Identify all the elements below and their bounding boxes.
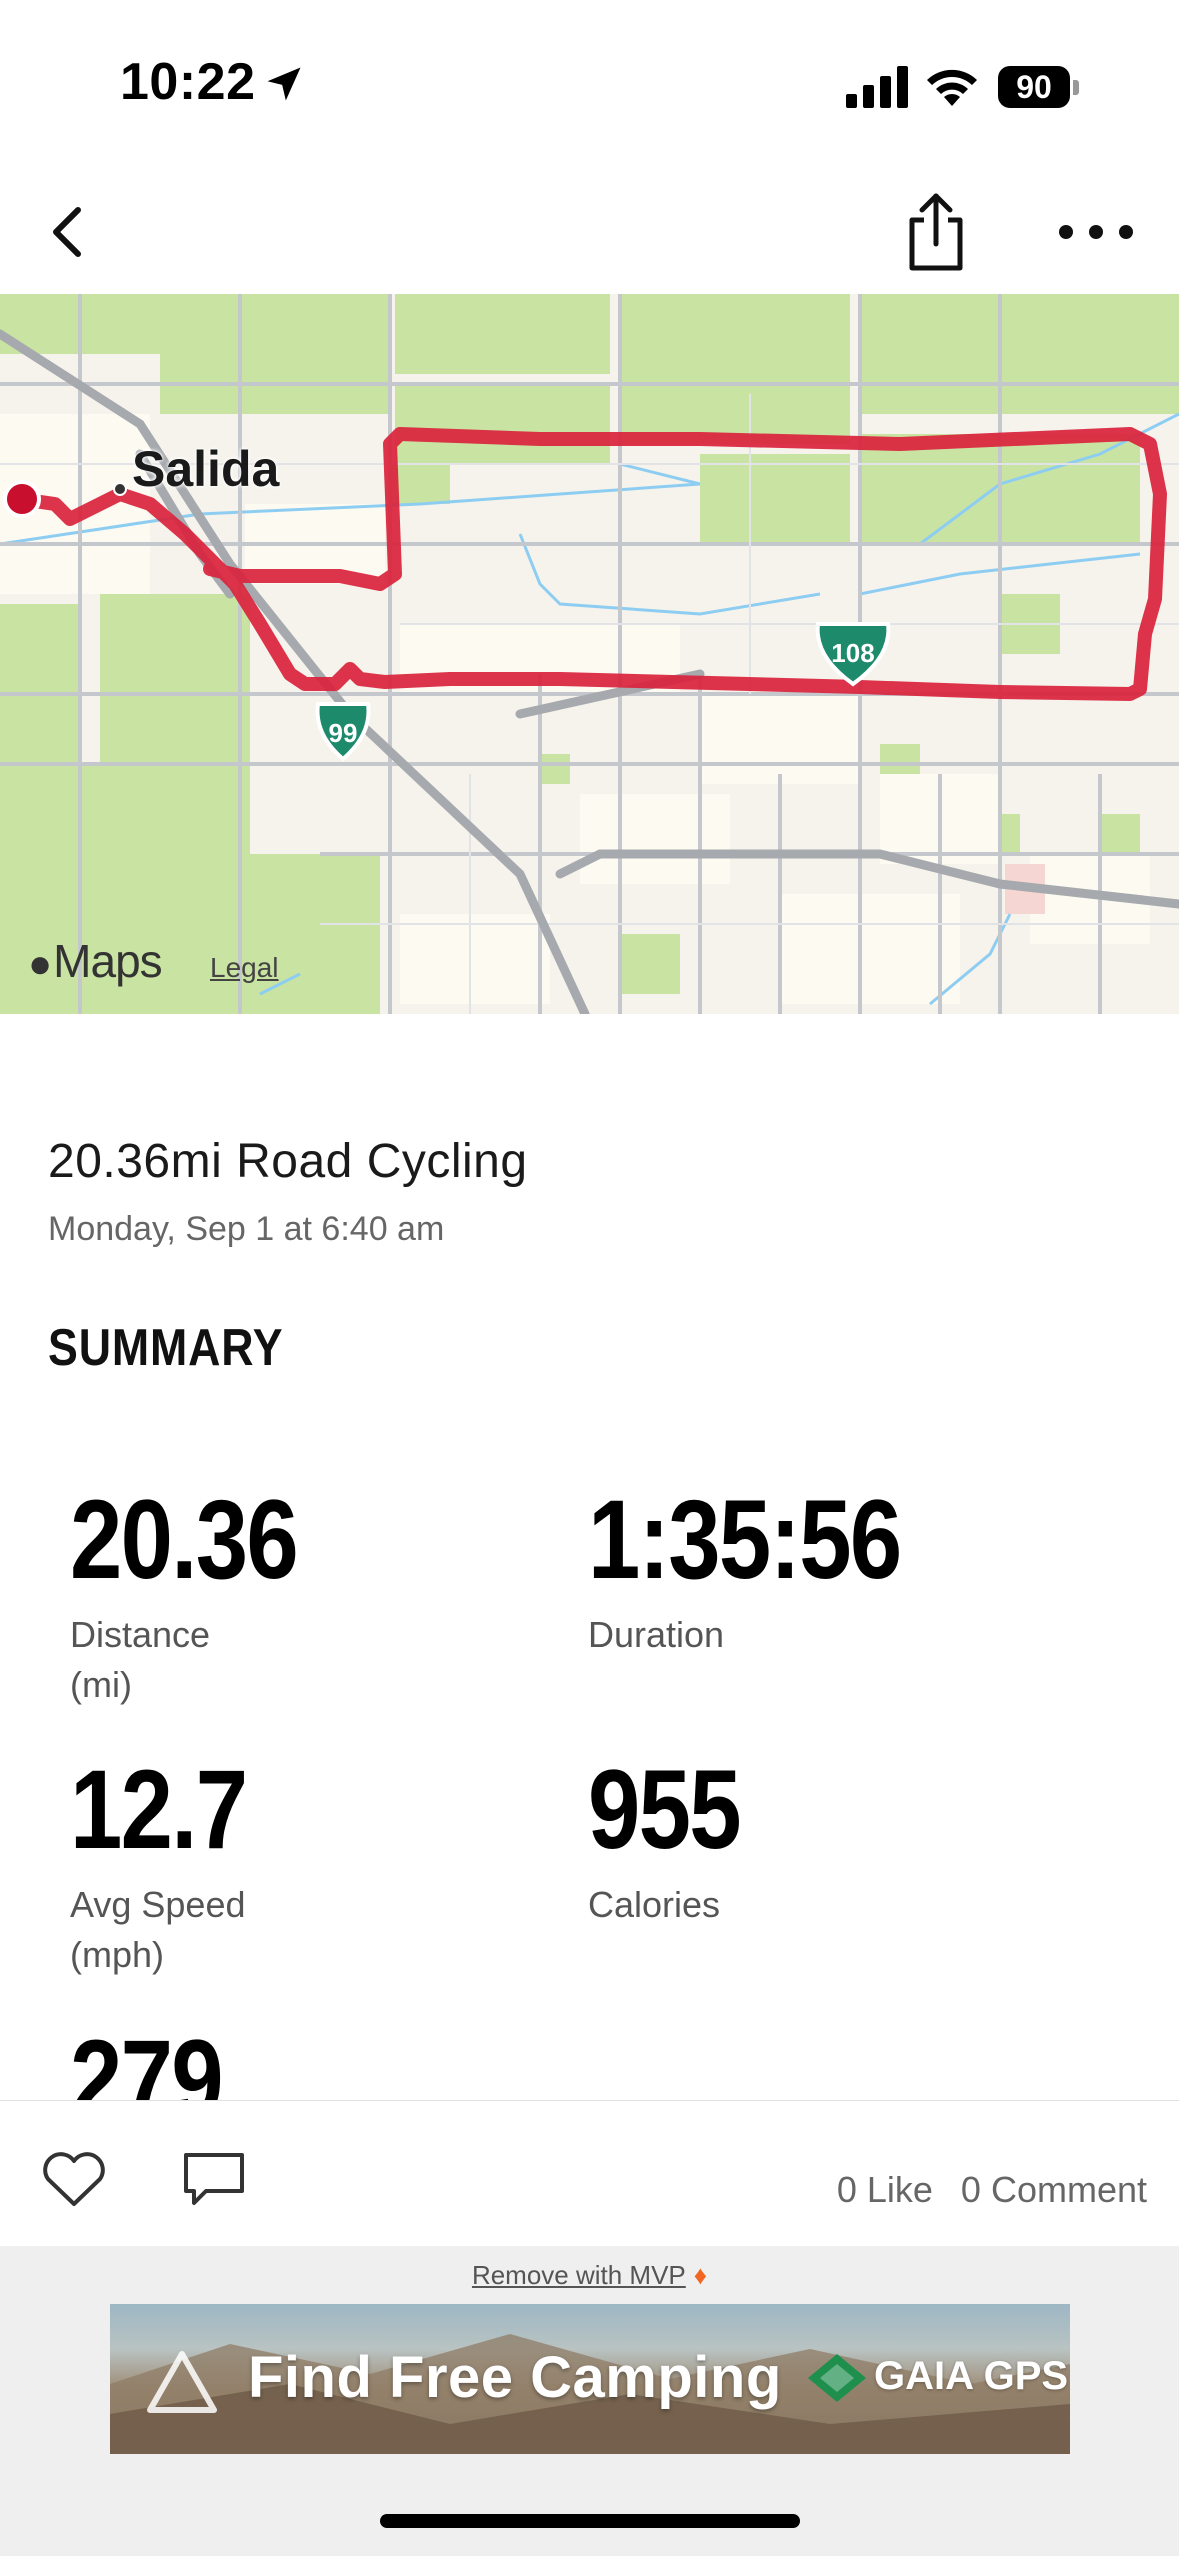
route-map[interactable]: 99 108 Salida ●Maps Legal xyxy=(0,294,1179,1014)
cellular-signal-icon xyxy=(846,66,908,108)
remove-ad-text[interactable]: Remove with MVP xyxy=(472,2260,686,2290)
highway-99-shield: 99 xyxy=(315,702,371,762)
gaia-logo-icon xyxy=(808,2354,866,2402)
ad-banner[interactable]: Find Free Camping GAIA GPS xyxy=(110,2304,1070,2454)
workout-date: Monday, Sep 1 at 6:40 am xyxy=(48,1210,445,1248)
stat-label: Distance (mi) xyxy=(70,1614,211,1705)
wifi-icon xyxy=(927,69,977,106)
map-legal-link[interactable]: Legal xyxy=(210,952,279,984)
status-bar: 10:22 90 xyxy=(0,0,1179,170)
workout-title: 20.36mi Road Cycling xyxy=(48,1135,528,1188)
svg-text:108: 108 xyxy=(831,638,874,668)
svg-text:99: 99 xyxy=(329,718,358,748)
ad-brand: GAIA GPS xyxy=(874,2354,1069,2398)
remove-ad-link[interactable]: Remove with MVP ♦ xyxy=(0,2260,1179,2291)
nav-bar xyxy=(0,170,1179,294)
stat-label: Duration xyxy=(588,1614,725,1655)
ellipsis-icon[interactable] xyxy=(1050,200,1142,264)
maps-attribution: ●Maps xyxy=(28,935,163,987)
home-indicator[interactable] xyxy=(380,2514,800,2528)
share-icon[interactable] xyxy=(900,190,972,274)
chevron-left-icon[interactable] xyxy=(36,200,100,264)
stat-value: 955 xyxy=(588,1747,742,1872)
location-arrow-icon xyxy=(267,67,301,101)
stat-distance: 20.36 Distance (mi) xyxy=(70,1484,530,1710)
stat-calories: 955 Calories xyxy=(588,1754,1048,1930)
stat-duration: 1:35:56 Duration xyxy=(588,1484,1048,1660)
stat-label: Calories xyxy=(588,1884,721,1925)
stat-value: 1:35:56 xyxy=(588,1477,902,1602)
map-canvas: 99 108 xyxy=(0,294,1179,1014)
stat-partial: 279 xyxy=(70,2024,530,2100)
map-city-label: Salida xyxy=(132,441,280,497)
ad-headline: Find Free Camping xyxy=(248,2345,782,2410)
battery-level: 90 xyxy=(1016,69,1052,105)
battery-indicator: 90 xyxy=(998,66,1080,108)
camping-tent-icon xyxy=(147,2351,217,2413)
apple-logo-icon: ● xyxy=(28,942,52,986)
comment-icon[interactable] xyxy=(180,2149,248,2209)
comment-count[interactable]: 0 Comment xyxy=(961,2169,1147,2210)
status-time: 10:22 xyxy=(120,53,256,111)
stat-avg-speed: 12.7 Avg Speed (mph) xyxy=(70,1754,530,1980)
summary-heading: SUMMARY xyxy=(48,1319,284,1377)
stat-value: 279 xyxy=(70,2024,224,2100)
like-count[interactable]: 0 Like xyxy=(837,2169,933,2210)
stat-value: 12.7 xyxy=(70,1747,248,1872)
ad-area: Remove with MVP ♦ Find Free Camping GAIA … xyxy=(0,2246,1179,2556)
stat-value: 20.36 xyxy=(70,1477,299,1602)
engagement-counts: 0 Like 0 Comment xyxy=(837,2169,1147,2211)
stat-label: Avg Speed (mph) xyxy=(70,1884,246,1975)
highway-108-shield: 108 xyxy=(815,622,891,687)
heart-icon[interactable] xyxy=(40,2149,108,2209)
social-action-bar: 0 Like 0 Comment xyxy=(0,2100,1179,2246)
flame-icon: ♦ xyxy=(693,2260,708,2290)
